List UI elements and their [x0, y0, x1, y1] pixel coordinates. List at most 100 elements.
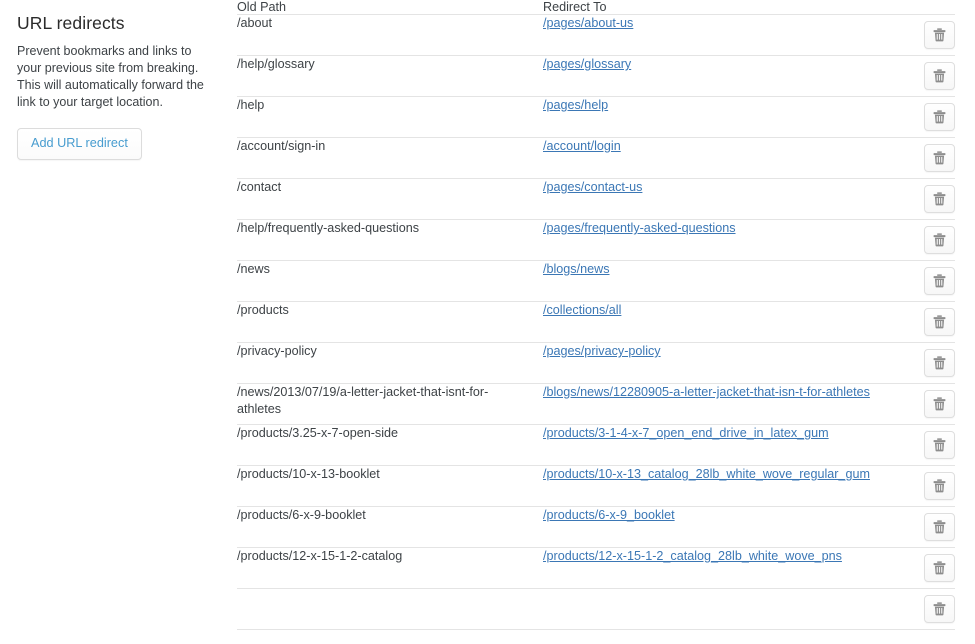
trash-icon	[933, 151, 946, 165]
redirect-target-link[interactable]: /pages/contact-us	[543, 180, 642, 194]
delete-redirect-button[interactable]	[924, 513, 955, 541]
cell-redirect-to: /blogs/news	[543, 261, 913, 302]
cell-old-path: /help/frequently-asked-questions	[237, 221, 420, 235]
trash-icon	[933, 69, 946, 83]
cell-old-path: /news/2013/07/19/a-letter-jacket-that-is…	[237, 385, 489, 416]
redirect-target-link[interactable]: /products/12-x-15-1-2_catalog_28lb_white…	[543, 549, 842, 563]
cell-actions	[913, 261, 955, 302]
delete-redirect-button[interactable]	[924, 62, 955, 90]
delete-redirect-button[interactable]	[924, 267, 955, 295]
trash-icon	[933, 438, 946, 452]
cell-actions	[913, 343, 955, 384]
table-row: /products/10-x-13-booklet/products/10-x-…	[237, 466, 955, 507]
table-row: /about/pages/about-us	[237, 15, 955, 56]
cell-redirect-to: /pages/privacy-policy	[543, 343, 913, 384]
cell-col-old	[237, 589, 543, 630]
trash-icon	[933, 356, 946, 370]
trash-icon	[933, 233, 946, 247]
cell-redirect-to: /products/6-x-9_booklet	[543, 507, 913, 548]
cell-old-path: /about	[237, 16, 273, 30]
cell-redirect-to: /account/login	[543, 138, 913, 179]
cell-actions	[913, 466, 955, 507]
cell-old-path: /privacy-policy	[237, 344, 317, 358]
trash-icon	[933, 602, 946, 616]
delete-redirect-button[interactable]	[924, 349, 955, 377]
column-header-old-path: Old Path	[237, 0, 543, 15]
table-row: /products/6-x-9-booklet/products/6-x-9_b…	[237, 507, 955, 548]
cell-redirect-to: /products/3-1-4-x-7_open_end_drive_in_la…	[543, 425, 913, 466]
cell-actions	[913, 56, 955, 97]
cell-actions	[913, 384, 955, 425]
table-header-row: Old Path Redirect To	[237, 0, 955, 15]
trash-icon	[933, 315, 946, 329]
table-row: /account/sign-in/account/login	[237, 138, 955, 179]
cell-actions	[913, 15, 955, 56]
table-row: /privacy-policy/pages/privacy-policy	[237, 343, 955, 384]
redirect-target-link[interactable]: /pages/about-us	[543, 16, 633, 30]
redirects-table-container: Old Path Redirect To /about/pages/about-…	[228, 0, 975, 630]
delete-redirect-button[interactable]	[924, 21, 955, 49]
redirect-target-link[interactable]: /blogs/news/12280905-a-letter-jacket-tha…	[543, 385, 870, 399]
cell-old-path: /news	[237, 262, 270, 276]
redirect-target-link[interactable]: /collections/all	[543, 303, 621, 317]
table-row: /products/12-x-15-1-2-catalog/products/1…	[237, 548, 955, 589]
column-header-actions	[913, 0, 955, 15]
cell-old-path: /help/glossary	[237, 57, 315, 71]
cell-actions	[913, 425, 955, 466]
delete-redirect-button[interactable]	[924, 144, 955, 172]
delete-redirect-button[interactable]	[924, 595, 955, 623]
column-header-redirect-to: Redirect To	[543, 0, 913, 15]
trash-icon	[933, 479, 946, 493]
table-header: Old Path Redirect To	[237, 0, 955, 15]
trash-icon	[933, 28, 946, 42]
delete-redirect-button[interactable]	[924, 390, 955, 418]
delete-redirect-button[interactable]	[924, 472, 955, 500]
page-description: Prevent bookmarks and links to your prev…	[17, 44, 204, 109]
cell-actions	[913, 302, 955, 343]
table-row: /products/3.25-x-7-open-side/products/3-…	[237, 425, 955, 466]
table-row: /news/2013/07/19/a-letter-jacket-that-is…	[237, 384, 955, 425]
delete-redirect-button[interactable]	[924, 226, 955, 254]
cell-redirect-to: /blogs/news/12280905-a-letter-jacket-tha…	[543, 384, 913, 425]
cell-actions	[913, 97, 955, 138]
add-url-redirect-button[interactable]: Add URL redirect	[17, 128, 142, 160]
cell-redirect-to: /collections/all	[543, 302, 913, 343]
trash-icon	[933, 274, 946, 288]
redirect-target-link[interactable]: /account/login	[543, 139, 621, 153]
cell-redirect-to: /pages/glossary	[543, 56, 913, 97]
cell-actions	[913, 507, 955, 548]
delete-redirect-button[interactable]	[924, 308, 955, 336]
url-redirects-page: URL redirects Prevent bookmarks and link…	[0, 0, 975, 644]
redirect-target-link[interactable]: /pages/help	[543, 98, 608, 112]
redirect-target-link[interactable]: /blogs/news	[543, 262, 610, 276]
table-row	[237, 589, 955, 630]
cell-old-path: /products/10-x-13-booklet	[237, 467, 380, 481]
redirect-target-link[interactable]: /pages/glossary	[543, 57, 631, 71]
cell-redirect-to: /pages/frequently-asked-questions	[543, 220, 913, 261]
trash-icon	[933, 561, 946, 575]
table-row: /help/frequently-asked-questions/pages/f…	[237, 220, 955, 261]
cell-old-path: /contact	[237, 180, 282, 194]
table-row: /help/glossary/pages/glossary	[237, 56, 955, 97]
table-row: /help/pages/help	[237, 97, 955, 138]
cell-old-path: /account/sign-in	[237, 139, 326, 153]
cell-actions	[913, 179, 955, 220]
redirect-target-link[interactable]: /products/6-x-9_booklet	[543, 508, 675, 522]
cell-actions	[913, 138, 955, 179]
redirect-target-link[interactable]: /pages/frequently-asked-questions	[543, 221, 736, 235]
redirect-target-link[interactable]: /products/3-1-4-x-7_open_end_drive_in_la…	[543, 426, 829, 440]
table-row: /contact/pages/contact-us	[237, 179, 955, 220]
redirect-target-link[interactable]: /pages/privacy-policy	[543, 344, 661, 358]
delete-redirect-button[interactable]	[924, 185, 955, 213]
delete-redirect-button[interactable]	[924, 103, 955, 131]
delete-redirect-button[interactable]	[924, 554, 955, 582]
cell-redirect-to: /products/12-x-15-1-2_catalog_28lb_white…	[543, 548, 913, 589]
trash-icon	[933, 397, 946, 411]
cell-old-path: /products/12-x-15-1-2-catalog	[237, 549, 403, 563]
redirect-target-link[interactable]: /products/10-x-13_catalog_28lb_white_wov…	[543, 467, 870, 481]
delete-redirect-button[interactable]	[924, 431, 955, 459]
cell-redirect-to: /pages/help	[543, 97, 913, 138]
cell-col-new	[543, 589, 913, 630]
cell-actions	[913, 220, 955, 261]
cell-col-act	[913, 589, 955, 630]
